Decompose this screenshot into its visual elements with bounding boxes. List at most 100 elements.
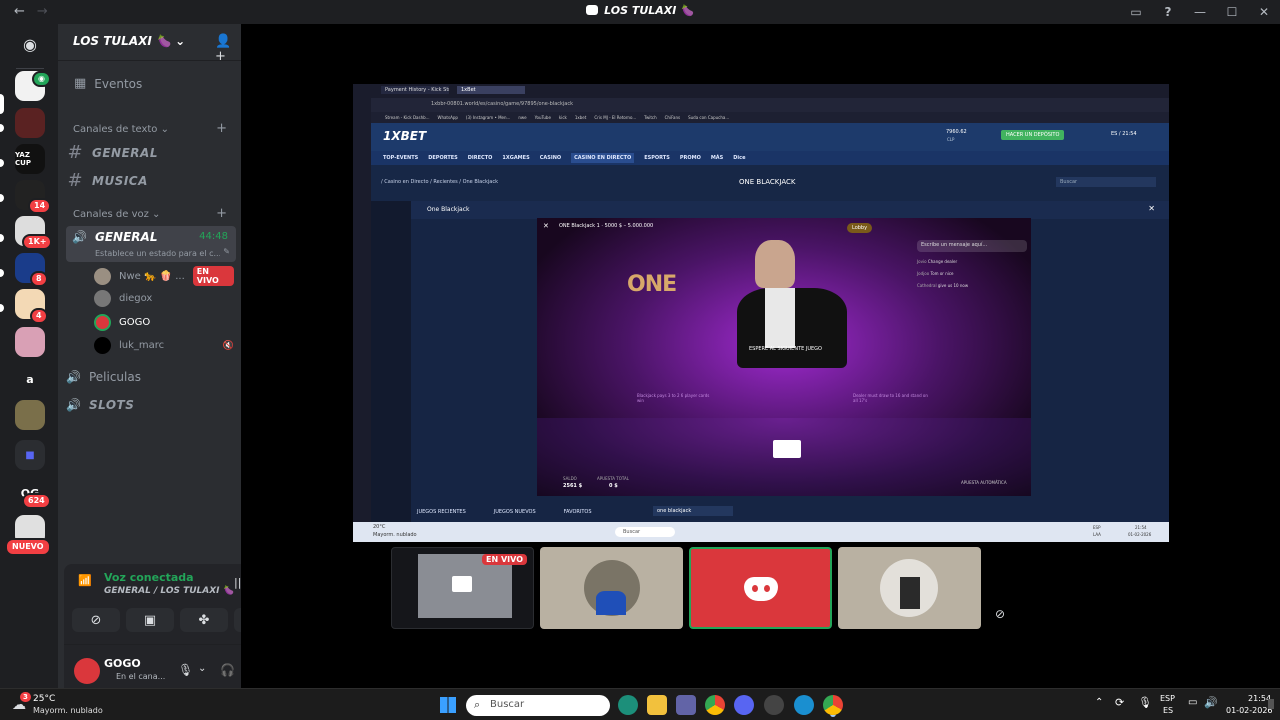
tile-user-4[interactable] bbox=[838, 547, 981, 629]
text-category[interactable]: Canales de texto ⌄ bbox=[73, 124, 169, 135]
refresh-icon[interactable]: ⟳ bbox=[1115, 696, 1124, 709]
site-nav-item[interactable]: DEPORTES bbox=[428, 155, 458, 161]
tile-user-gogo[interactable] bbox=[689, 547, 832, 629]
site-nav-item[interactable]: DIRECTO bbox=[468, 155, 493, 161]
site-logo[interactable]: 1XBET bbox=[383, 129, 426, 143]
bookmark-item[interactable]: YouTube bbox=[535, 115, 551, 120]
site-nav-item[interactable]: 1XGAMES bbox=[502, 155, 529, 161]
text-channel-musica[interactable]: # MUSICA bbox=[66, 170, 236, 191]
headphones-icon[interactable]: 🎧 bbox=[220, 663, 235, 677]
mic-tray-icon[interactable]: 🎙 bbox=[1138, 696, 1152, 709]
site-nav-item[interactable]: PROMO bbox=[680, 155, 701, 161]
hide-video-icon[interactable]: ⊘ bbox=[995, 607, 1005, 621]
bookmark-item[interactable]: Twitch bbox=[644, 115, 656, 120]
user-avatar[interactable] bbox=[74, 658, 100, 684]
server-icon-8[interactable] bbox=[15, 327, 45, 357]
speaker-icon: 🔊 bbox=[72, 230, 87, 244]
bookmark-item[interactable]: kick bbox=[559, 115, 567, 120]
title-bar: ← → LOS TULAXI 🍆 ▭ ? — ☐ ✕ bbox=[0, 0, 1280, 24]
file-explorer-icon[interactable] bbox=[647, 695, 667, 715]
site-nav-item[interactable]: CASINO EN DIRECTO bbox=[571, 153, 635, 163]
voice-member-gogo[interactable]: GOGO bbox=[94, 314, 234, 331]
bookmark-item[interactable]: ChiFans bbox=[665, 115, 680, 120]
taskbar-search[interactable]: ⌕ Buscar bbox=[466, 695, 610, 716]
back-button[interactable]: ← bbox=[14, 4, 25, 19]
tray-chevron-icon[interactable]: ⌃ bbox=[1095, 697, 1103, 708]
stream-screenshare[interactable]: Payment History - Kick Str... 1xBet 1xbb… bbox=[353, 84, 1169, 542]
teams-icon[interactable] bbox=[676, 695, 696, 715]
screen-share-button[interactable]: ▣ bbox=[126, 608, 174, 632]
bookmark-item[interactable]: 1xbet bbox=[575, 115, 586, 120]
network-icon[interactable]: ▭ bbox=[1188, 697, 1197, 708]
close-icon[interactable]: ✕ bbox=[543, 222, 549, 230]
site-nav-item[interactable]: CASINO bbox=[540, 155, 561, 161]
discord-window-icon bbox=[586, 5, 599, 15]
chrome-icon[interactable] bbox=[705, 695, 725, 715]
calendar-icon: ▦ bbox=[74, 76, 87, 91]
lobby-button[interactable]: Lobby bbox=[847, 223, 873, 233]
new-badge: NUEVO bbox=[5, 538, 51, 556]
tile-user-2[interactable] bbox=[540, 547, 683, 629]
site-nav-item[interactable]: Dice bbox=[733, 155, 745, 161]
windows-start-icon[interactable] bbox=[440, 697, 456, 713]
help-icon[interactable]: ? bbox=[1152, 5, 1184, 19]
voice-member-diegox[interactable]: diegox bbox=[94, 290, 234, 307]
inbox-icon[interactable]: ▭ bbox=[1120, 5, 1152, 19]
chevron-down-icon[interactable]: ⌄ bbox=[198, 663, 206, 674]
edge-copilot-icon[interactable] bbox=[618, 695, 638, 715]
voice-member-nwe[interactable]: Nwe 🐆 🍿 ... EN VIVO bbox=[94, 266, 234, 286]
dealer bbox=[755, 240, 795, 288]
text-channel-general[interactable]: # GENERAL bbox=[66, 142, 236, 163]
notification-icon[interactable] bbox=[1268, 699, 1274, 709]
bookmark-item[interactable]: Suda con Capucha... bbox=[688, 115, 729, 120]
maximize-button[interactable]: ☐ bbox=[1216, 5, 1248, 19]
bookmark-item[interactable]: nwe bbox=[518, 115, 526, 120]
active-voice-channel[interactable]: 🔊 GENERAL 44:48 Establece un estado para… bbox=[66, 226, 236, 262]
tile-screenshare[interactable]: EN VIVO bbox=[391, 547, 534, 629]
events-item[interactable]: ▦ Eventos bbox=[74, 76, 244, 91]
activities-button[interactable]: ✤ bbox=[180, 608, 228, 632]
voice-channel-peliculas[interactable]: 🔊 Peliculas bbox=[66, 370, 236, 384]
server-name[interactable]: LOS TULAXI 🍆 ⌄ bbox=[73, 34, 185, 48]
close-icon[interactable]: ✕ bbox=[1148, 204, 1155, 213]
microphone-icon[interactable]: 🎙 bbox=[178, 663, 193, 677]
server-list: ◉ ◉ YAZ CUP 14 1K+ 8 4 a ■ OG 624 NUEVO bbox=[0, 24, 58, 688]
forward-button[interactable]: → bbox=[37, 4, 48, 19]
site-nav-item[interactable]: TOP-EVENTS bbox=[383, 155, 418, 161]
server-icon-yaz-cup[interactable]: YAZ CUP bbox=[15, 144, 45, 174]
bookmark-item[interactable]: Cris MJ - El Retorno... bbox=[594, 115, 636, 120]
voice-member-luk-marc[interactable]: luk_marc 🔇 bbox=[94, 337, 234, 354]
bookmark-item[interactable]: (3) Instagram • Men... bbox=[466, 115, 510, 120]
server-icon-2[interactable] bbox=[15, 108, 45, 138]
add-voice-channel-icon[interactable]: + bbox=[216, 206, 227, 221]
live-game-video[interactable]: ONE Blackjack 1 · 5000 $ – 5.000.000 ✕ L… bbox=[537, 218, 1031, 496]
url-bar[interactable]: 1xbbr-00801.world/es/casino/game/97895/o… bbox=[431, 101, 573, 107]
app-icon[interactable] bbox=[764, 695, 784, 715]
folder-icon[interactable]: ■ bbox=[15, 440, 45, 470]
server-icon-9[interactable]: a bbox=[15, 364, 45, 394]
camera-button[interactable]: ⊘ bbox=[72, 608, 120, 632]
volume-icon[interactable]: 🔊 bbox=[1204, 696, 1218, 709]
browser-tab-2[interactable]: 1xBet bbox=[457, 86, 525, 94]
close-button[interactable]: ✕ bbox=[1248, 5, 1280, 19]
bookmark-item[interactable]: Stream - Kick Dashb... bbox=[385, 115, 429, 120]
voice-category[interactable]: Canales de voz ⌄ bbox=[73, 209, 160, 220]
bottom-tab[interactable]: JUEGOS RECIENTES bbox=[417, 509, 466, 515]
voice-channel-slots[interactable]: 🔊 SLOTS bbox=[66, 398, 236, 412]
edge-icon[interactable] bbox=[794, 695, 814, 715]
site-nav-item[interactable]: MÁS bbox=[711, 155, 723, 161]
deposit-button[interactable]: HACER UN DEPÓSITO bbox=[1001, 130, 1065, 140]
minimize-button[interactable]: — bbox=[1184, 5, 1216, 19]
edit-icon[interactable]: ✎ bbox=[223, 247, 230, 256]
discord-home-icon[interactable]: ◉ bbox=[15, 29, 45, 59]
bottom-tab[interactable]: JUEGOS NUEVOS bbox=[494, 509, 536, 515]
speaker-icon: 🔊 bbox=[66, 370, 81, 384]
chrome-active-icon[interactable] bbox=[823, 695, 843, 715]
bottom-tab[interactable]: FAVORITOS bbox=[564, 509, 592, 515]
add-text-channel-icon[interactable]: + bbox=[216, 121, 227, 136]
browser-tab-1[interactable]: Payment History - Kick Str... bbox=[381, 86, 449, 94]
site-nav-item[interactable]: ESPORTS bbox=[644, 155, 670, 161]
server-icon-10[interactable] bbox=[15, 400, 45, 430]
discord-taskbar-icon[interactable] bbox=[734, 695, 754, 715]
bookmark-item[interactable]: WhatsApp bbox=[437, 115, 457, 120]
